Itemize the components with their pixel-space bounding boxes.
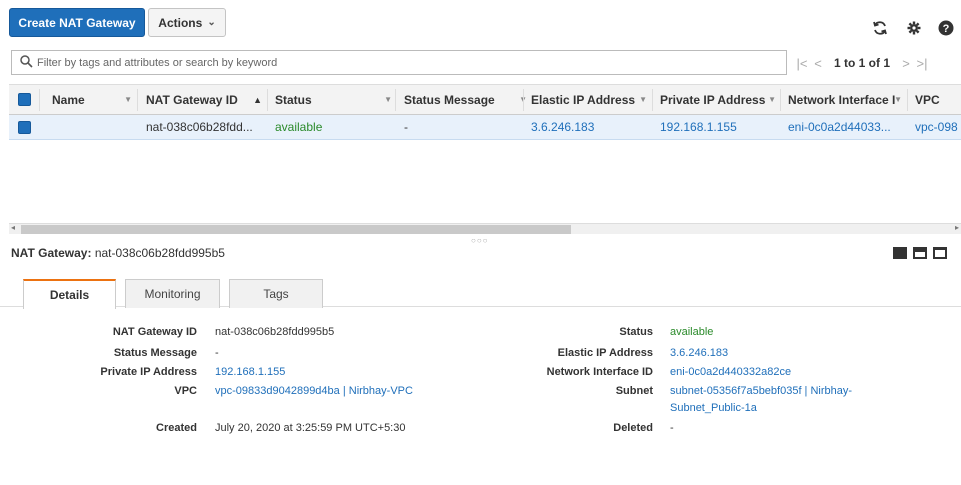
actions-label: Actions [158,15,203,30]
sort-icon: ▼ [894,95,902,104]
detail-label: Elastic IP Address [557,347,653,359]
detail-tabs: Details Monitoring Tags [0,277,961,309]
sort-icon: ▼ [124,95,132,104]
scroll-right-icon[interactable]: ▸ [955,223,959,232]
filter-search-input[interactable] [37,56,777,69]
column-divider [39,89,40,111]
cell-network-interface[interactable]: eni-0c0a2d44033... [788,115,906,139]
detail-label: Created [156,422,197,434]
detail-title: NAT Gateway: nat-038c06b28fdd995b5 [11,246,225,260]
detail-value-link[interactable]: subnet-05356f7a5bebf035f | Nirbhay- [670,385,852,397]
detail-value: - [215,347,219,359]
row-checkbox-cell[interactable] [18,115,38,139]
chevron-down-icon: ⌄ [207,17,216,28]
table-header: Name ▼ NAT Gateway ID ▲ Status ▼ Status Mes… [9,84,961,115]
layout-maximize-icon[interactable] [893,247,907,259]
actions-dropdown-button[interactable]: Actions ⌄ [148,8,226,37]
select-all-checkbox-cell[interactable] [18,85,38,114]
gear-icon[interactable] [904,18,924,38]
cell-nat-gateway-id: nat-038c06b28fdd... [146,120,253,134]
detail-value-link[interactable]: 192.168.1.155 [215,366,285,378]
scroll-left-icon[interactable]: ◂ [11,223,15,232]
detail-label: Deleted [613,422,653,434]
detail-value-link[interactable]: 3.6.246.183 [670,347,728,359]
detail-value-link[interactable]: Subnet_Public-1a [670,402,757,414]
detail-label: Status Message [113,347,197,359]
tab-monitoring[interactable]: Monitoring [125,279,220,308]
pagination: |< < 1 to 1 of 1 > >| [794,52,930,74]
sort-ascending-icon: ▲ [253,94,262,105]
table-row[interactable]: nat-038c06b28fdd... available - 3.6.246.… [9,115,961,140]
detail-label: Network Interface ID [546,366,653,378]
detail-label: VPC [174,385,197,397]
refresh-icon[interactable] [870,18,890,38]
detail-title-value: nat-038c06b28fdd995b5 [94,246,225,260]
cell-name [52,115,136,139]
column-divider [267,89,268,111]
first-page-icon[interactable]: |< [794,56,810,71]
layout-minimize-icon[interactable] [933,247,947,259]
prev-page-icon[interactable]: < [810,56,826,71]
column-divider [780,89,781,111]
cell-private-ip[interactable]: 192.168.1.155 [660,115,780,139]
column-header-elastic-ip[interactable]: Elastic IP Address ▼ [531,85,651,114]
next-page-icon[interactable]: > [898,56,914,71]
column-header-private-ip[interactable]: Private IP Address ▼ [660,85,780,114]
create-nat-gateway-button[interactable]: Create NAT Gateway [9,8,145,37]
details-left-column: NAT Gateway ID nat-038c06b28fdd995b5 Sta… [0,324,480,454]
detail-label: Status [619,326,653,338]
filter-search-bar[interactable] [11,50,787,75]
pagination-text: 1 to 1 of 1 [834,56,891,70]
detail-value-link[interactable]: vpc-09833d9042899d4ba | Nirbhay-VPC [215,385,413,397]
layout-split-icon[interactable] [913,247,927,259]
resize-grip-icon[interactable]: ○○○ [471,236,489,245]
scrollbar-thumb[interactable] [21,225,571,234]
column-divider [137,89,138,111]
sort-icon: ▼ [639,95,647,104]
column-header-network-interface[interactable]: Network Interface I ▼ [788,85,906,114]
details-right-column: Status available Elastic IP Address 3.6.… [480,324,961,454]
detail-value: July 20, 2020 at 3:25:59 PM UTC+5:30 [215,422,406,434]
column-divider [907,89,908,111]
cell-status: available [275,120,323,134]
detail-value: - [670,422,674,434]
svg-text:?: ? [943,23,950,35]
last-page-icon[interactable]: >| [914,56,930,71]
tab-tags[interactable]: Tags [229,279,323,308]
pane-layout-controls [893,247,947,259]
column-header-name[interactable]: Name ▼ [52,85,136,114]
detail-label: Private IP Address [100,366,197,378]
toolbar: Create NAT Gateway Actions ⌄ ? [0,0,961,44]
horizontal-scrollbar[interactable]: ◂ ▸ [9,223,961,234]
help-icon[interactable]: ? [936,18,956,38]
sort-icon: ▼ [768,95,776,104]
detail-value: available [670,326,714,338]
cell-vpc[interactable]: vpc-098 [915,115,961,139]
column-header-nat-gateway-id[interactable]: NAT Gateway ID ▲ [146,85,266,114]
detail-label: Subnet [615,385,653,397]
cell-elastic-ip[interactable]: 3.6.246.183 [531,115,651,139]
cell-status-message: - [404,120,408,134]
column-header-vpc[interactable]: VPC [915,85,961,114]
column-divider [395,89,396,111]
column-header-status[interactable]: Status ▼ [275,85,396,114]
tab-details[interactable]: Details [23,279,116,309]
detail-title-label: NAT Gateway: [11,246,92,260]
column-divider [523,89,524,111]
detail-label: NAT Gateway ID [112,326,197,338]
sort-icon: ▼ [384,95,392,104]
row-checkbox[interactable] [18,120,31,134]
column-header-status-message[interactable]: Status Message▼ [404,85,531,114]
column-divider [652,89,653,111]
select-all-checkbox[interactable] [18,93,31,106]
detail-value: nat-038c06b28fdd995b5 [215,326,335,338]
search-icon [20,54,33,71]
detail-value-link[interactable]: eni-0c0a2d440332a82ce [670,366,791,378]
